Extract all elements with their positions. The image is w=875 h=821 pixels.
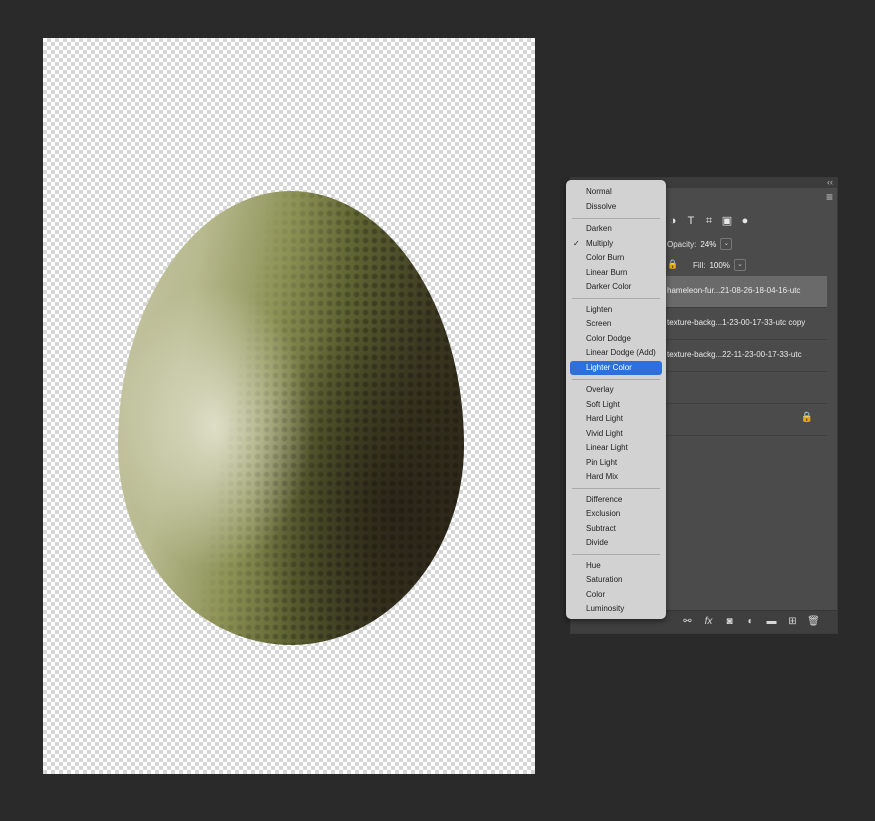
blend-mode-item-darker-color[interactable]: Darker Color bbox=[570, 280, 662, 295]
blend-mode-item-linear-burn[interactable]: Linear Burn bbox=[570, 266, 662, 281]
filter-toggle-icon[interactable]: ● bbox=[739, 215, 751, 227]
adjustment-icon[interactable]: ◐ bbox=[744, 615, 757, 629]
blend-mode-label: Lighten bbox=[586, 304, 613, 314]
blend-mode-label: Multiply bbox=[586, 238, 614, 248]
layer-filter-toolbar: ◑ T ⌗ ▣ ● bbox=[667, 214, 751, 228]
smart-object-filter-icon[interactable]: ▣ bbox=[721, 215, 733, 227]
blend-mode-label: Difference bbox=[586, 494, 623, 504]
blend-mode-label: Color Burn bbox=[586, 253, 625, 262]
type-filter-icon[interactable]: T bbox=[685, 215, 697, 227]
fill-dropdown-icon[interactable]: ⌄ bbox=[733, 259, 746, 271]
adjustment-filter-icon[interactable]: ◑ bbox=[667, 215, 679, 227]
blend-mode-label: Darken bbox=[586, 224, 612, 233]
blend-mode-item-saturation[interactable]: Saturation bbox=[570, 573, 662, 588]
blend-mode-label: Exclusion bbox=[586, 509, 621, 518]
blend-mode-label: Hue bbox=[586, 560, 601, 570]
blend-mode-item-subtract[interactable]: Subtract bbox=[570, 522, 662, 537]
blend-mode-item-lighter-color[interactable]: Lighter Color bbox=[570, 360, 662, 375]
blend-mode-item-divide[interactable]: Divide bbox=[570, 536, 662, 551]
blend-mode-item-normal[interactable]: Normal bbox=[570, 185, 662, 200]
opacity-control[interactable]: Opacity: 24% ⌄ bbox=[667, 237, 733, 251]
blend-mode-label: Color bbox=[586, 589, 606, 599]
blend-mode-item-soft-light[interactable]: Soft Light bbox=[570, 398, 662, 413]
blend-mode-item-hue[interactable]: Hue bbox=[570, 559, 662, 574]
fill-control[interactable]: Fill: 100% ⌄ bbox=[693, 258, 746, 272]
blend-mode-item-screen[interactable]: Screen bbox=[570, 317, 662, 332]
blend-mode-label: Divide bbox=[586, 538, 609, 547]
opacity-label: Opacity: bbox=[667, 239, 697, 249]
blend-mode-label: Soft Light bbox=[586, 399, 620, 409]
menu-separator bbox=[572, 488, 660, 489]
menu-separator bbox=[572, 378, 660, 380]
blend-mode-label: Subtract bbox=[586, 523, 616, 533]
blend-mode-label: Vivid Light bbox=[586, 428, 623, 438]
blend-mode-label: Lighter Color bbox=[586, 362, 632, 372]
blend-mode-item-overlay[interactable]: Overlay bbox=[570, 383, 662, 398]
blend-mode-label: Luminosity bbox=[586, 604, 625, 613]
trash-icon[interactable]: 🗑 bbox=[807, 615, 820, 629]
blend-mode-label: Color Dodge bbox=[586, 333, 631, 343]
blend-mode-label: Normal bbox=[586, 187, 612, 196]
layer-name: texture-backg...22-11-23-00-17-33-utc bbox=[667, 350, 802, 359]
blend-mode-label: Saturation bbox=[586, 575, 623, 584]
blend-mode-label: Pin Light bbox=[586, 457, 618, 467]
blend-mode-item-multiply[interactable]: ✓ Multiply bbox=[570, 237, 662, 252]
blend-mode-item-linear-dodge-add[interactable]: Linear Dodge (Add) bbox=[570, 346, 662, 361]
blend-mode-item-color-dodge[interactable]: Color Dodge bbox=[570, 332, 662, 347]
blend-mode-label: Hard Light bbox=[586, 414, 623, 423]
blend-mode-item-exclusion[interactable]: Exclusion bbox=[570, 507, 662, 522]
layer-name: hameleon-fur...21-08-26-18-04-16-utc bbox=[667, 286, 801, 295]
blend-mode-label: Dissolve bbox=[586, 201, 617, 211]
mask-icon[interactable]: ◙ bbox=[723, 615, 736, 629]
panel-menu-icon[interactable]: ≡ bbox=[826, 191, 833, 203]
blend-mode-label: Darker Color bbox=[586, 282, 632, 291]
blend-mode-item-luminosity[interactable]: Luminosity bbox=[570, 602, 662, 617]
blend-mode-item-dissolve[interactable]: Dissolve bbox=[570, 200, 662, 215]
blend-mode-item-hard-mix[interactable]: Hard Mix bbox=[570, 470, 662, 485]
blend-mode-item-darken[interactable]: Darken bbox=[570, 222, 662, 237]
link-icon[interactable]: ⚯ bbox=[681, 615, 694, 629]
blend-mode-item-vivid-light[interactable]: Vivid Light bbox=[570, 427, 662, 442]
menu-separator bbox=[572, 298, 660, 299]
blend-mode-label: Screen bbox=[586, 319, 612, 328]
checkmark-icon: ✓ bbox=[573, 238, 580, 248]
fill-label: Fill: bbox=[693, 260, 706, 270]
blend-mode-label: Overlay bbox=[586, 385, 614, 394]
opacity-value[interactable]: 24% bbox=[700, 240, 716, 249]
blend-mode-label: Linear Burn bbox=[586, 267, 628, 277]
menu-separator bbox=[572, 554, 660, 555]
opacity-dropdown-icon[interactable]: ⌄ bbox=[720, 238, 733, 250]
shape-filter-icon[interactable]: ⌗ bbox=[703, 215, 715, 227]
new-layer-icon[interactable]: ⊞ bbox=[786, 615, 799, 629]
egg-image bbox=[118, 191, 464, 645]
blend-mode-item-hard-light[interactable]: Hard Light bbox=[570, 412, 662, 427]
blend-mode-label: Linear Light bbox=[586, 443, 628, 452]
fx-icon[interactable]: fx bbox=[702, 615, 715, 629]
blend-mode-label: Linear Dodge (Add) bbox=[586, 348, 656, 357]
collapse-icon[interactable]: ‹‹ bbox=[827, 177, 833, 187]
blend-mode-item-linear-light[interactable]: Linear Light bbox=[570, 441, 662, 456]
blend-mode-item-color[interactable]: Color bbox=[570, 588, 662, 603]
blend-mode-item-lighten[interactable]: Lighten bbox=[570, 303, 662, 318]
blend-mode-label: Hard Mix bbox=[586, 472, 619, 481]
folder-icon[interactable]: ▬ bbox=[765, 615, 778, 629]
fill-value[interactable]: 100% bbox=[709, 261, 729, 270]
menu-separator bbox=[572, 217, 660, 219]
blend-mode-item-difference[interactable]: Difference bbox=[570, 493, 662, 508]
egg-texture bbox=[118, 191, 464, 645]
blend-mode-item-pin-light[interactable]: Pin Light bbox=[570, 456, 662, 471]
lock-all-icon[interactable]: 🔒 bbox=[667, 259, 678, 270]
blend-mode-menu: Normal Dissolve Darken ✓ Multiply Color Burn L… bbox=[566, 180, 666, 619]
layer-lock-icon: 🔒 bbox=[800, 412, 813, 423]
document-canvas[interactable] bbox=[43, 38, 535, 774]
blend-mode-item-color-burn[interactable]: Color Burn bbox=[570, 251, 662, 266]
layer-name: texture-backg...1-23-00-17-33-utc copy bbox=[667, 318, 806, 327]
